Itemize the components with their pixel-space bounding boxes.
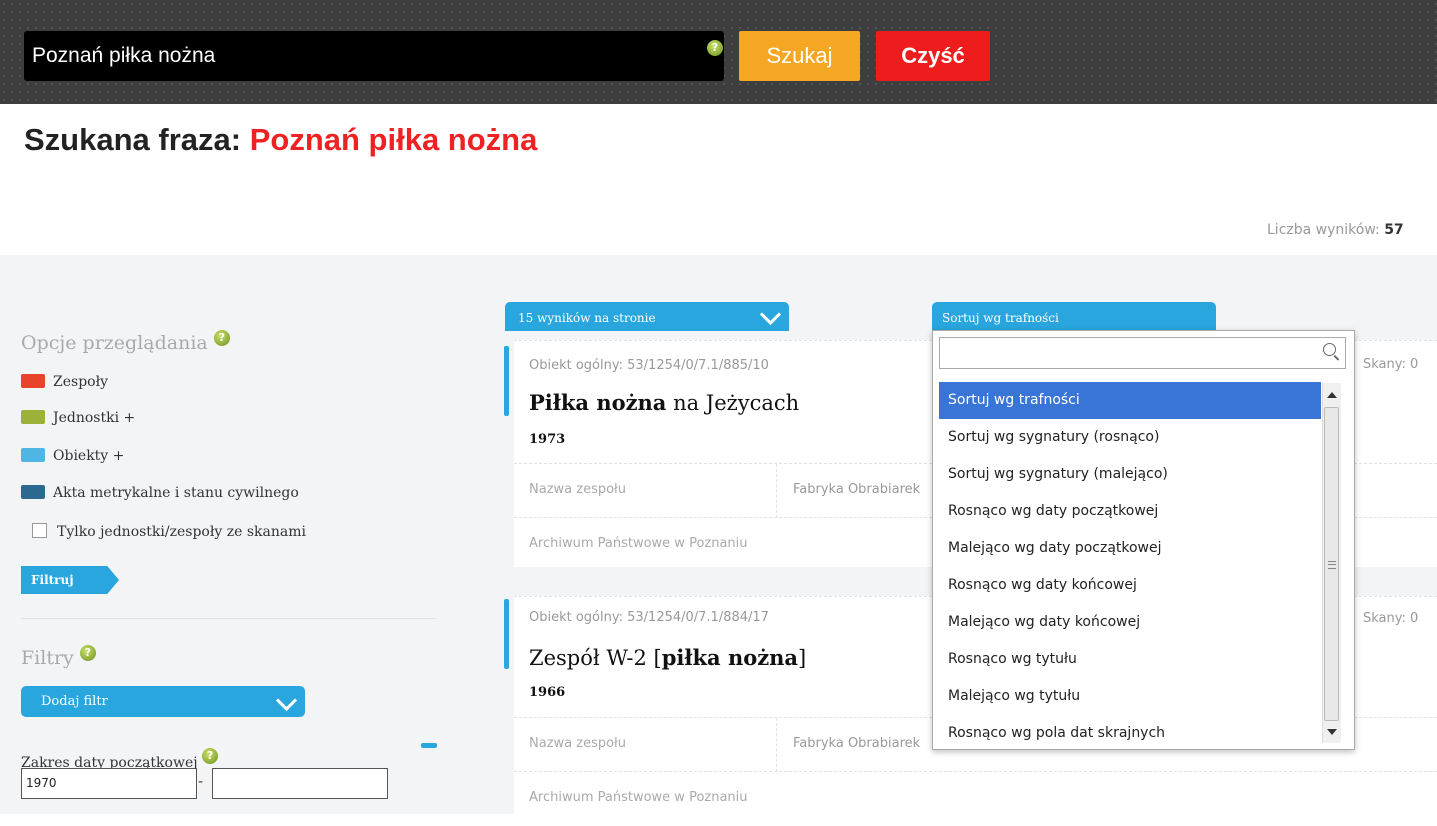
sort-option-title-asc[interactable]: Rosnąco wg tytułu (939, 641, 1321, 678)
result-accent (504, 599, 509, 669)
filters-title: Filtry ? (21, 645, 96, 669)
result-fond-value: Fabryka Obrabiarek (793, 482, 921, 497)
legend-zespoly-label: Zespoły (53, 374, 109, 390)
result-title[interactable]: Zespół W-2 [piłka nożna] (529, 645, 806, 670)
clear-button[interactable]: Czyść (876, 31, 990, 81)
result-title-suffix: ] (798, 646, 807, 670)
date-to-input[interactable] (212, 768, 388, 799)
result-title-match: Piłka nożna (529, 390, 667, 415)
results-count-label: Liczba wyników: (1267, 222, 1380, 238)
page-title-prefix: Szukana fraza: (24, 122, 242, 157)
result-title-match: piłka nożna (661, 645, 799, 670)
add-filter-dropdown[interactable]: Dodaj filtr (21, 686, 305, 717)
legend-akta[interactable]: Akta metrykalne i stanu cywilnego (21, 485, 299, 501)
scroll-up-icon[interactable] (1327, 392, 1337, 398)
sort-dropdown[interactable]: Sortuj wg trafności (932, 302, 1216, 331)
per-page-dropdown[interactable]: 15 wyników na stronie (505, 302, 789, 331)
result-fond-value: Fabryka Obrabiarek (793, 736, 921, 751)
sort-options-list: Sortuj wg trafności Sortuj wg sygnatury … (939, 382, 1321, 749)
result-title-prefix: Zespół W-2 [ (529, 646, 662, 670)
search-icon (1323, 343, 1336, 356)
search-query-text: Poznań piłka nożna (32, 44, 216, 67)
date-from-input[interactable]: 1970 (21, 768, 197, 799)
legend-jednostki[interactable]: Jednostki + (21, 410, 135, 426)
sort-option-start-date-asc[interactable]: Rosnąco wg daty początkowej (939, 493, 1321, 530)
result-scans: Skany: 0 (1363, 611, 1419, 626)
sort-option-relevance[interactable]: Sortuj wg trafności (939, 382, 1321, 419)
sort-option-end-date-desc[interactable]: Malejąco wg daty końcowej (939, 604, 1321, 641)
chevron-down-icon (759, 303, 782, 326)
result-title-rest: na Jeżycach (666, 391, 800, 415)
result-meta: Obiekt ogólny: 53/1254/0/7.1/885/10 (529, 358, 769, 373)
dropdown-scrollbar[interactable] (1322, 383, 1341, 743)
browse-options-label: Opcje przeglądania (21, 332, 208, 354)
scans-only-option[interactable]: Tylko jednostki/zespoły ze skanami (32, 523, 306, 540)
row-divider (776, 464, 778, 518)
sort-search-input[interactable] (939, 337, 1346, 369)
browse-help-icon[interactable]: ? (213, 330, 230, 346)
sort-option-date-range-asc[interactable]: Rosnąco wg pola dat skrajnych (939, 715, 1321, 749)
scans-only-checkbox[interactable] (32, 523, 47, 538)
result-archive-row: Archiwum Państwowe w Poznaniu (514, 771, 1437, 826)
sort-option-title-desc[interactable]: Malejąco wg tytułu (939, 678, 1321, 715)
results-count-value: 57 (1384, 222, 1404, 238)
sort-option-start-date-desc[interactable]: Malejąco wg daty początkowej (939, 530, 1321, 567)
chevron-down-icon (275, 689, 298, 712)
sort-label: Sortuj wg trafności (942, 311, 1059, 325)
legend-jednostki-label: Jednostki + (53, 410, 136, 426)
browse-options-title: Opcje przeglądania ? (21, 330, 230, 354)
result-meta: Obiekt ogólny: 53/1254/0/7.1/884/17 (529, 610, 769, 625)
legend-akta-label: Akta metrykalne i stanu cywilnego (53, 485, 299, 501)
result-archive: Archiwum Państwowe w Poznaniu (529, 536, 748, 551)
date-separator: - (198, 774, 204, 790)
collapse-filter-icon[interactable] (421, 743, 437, 748)
date-help-icon[interactable]: ? (202, 748, 219, 764)
result-fond-label: Nazwa zespołu (529, 736, 626, 751)
search-button[interactable]: Szukaj (739, 31, 860, 81)
results-count: Liczba wyników: 57 (1267, 222, 1404, 238)
result-fond-label: Nazwa zespołu (529, 482, 626, 497)
filters-label: Filtry (21, 647, 74, 669)
scrollbar-thumb[interactable] (1324, 407, 1339, 721)
jednostki-color-icon (21, 410, 45, 424)
sidebar-divider (21, 618, 436, 619)
filter-button[interactable]: Filtruj (21, 566, 119, 594)
scans-only-label: Tylko jednostki/zespoły ze skanami (57, 524, 306, 540)
grip-icon (1328, 561, 1336, 569)
zespoly-color-icon (21, 374, 45, 388)
search-help-icon[interactable]: ? (707, 40, 723, 56)
search-input[interactable]: Poznań piłka nożna ? (24, 31, 724, 81)
add-filter-label: Dodaj filtr (41, 694, 108, 709)
legend-obiekty-label: Obiekty + (53, 448, 125, 464)
scroll-down-icon[interactable] (1327, 729, 1337, 735)
sort-option-signature-desc[interactable]: Sortuj wg sygnatury (malejąco) (939, 456, 1321, 493)
legend-obiekty[interactable]: Obiekty + (21, 448, 124, 464)
result-scans: Skany: 0 (1363, 357, 1419, 372)
row-divider (776, 718, 778, 772)
page-title: Szukana fraza: Poznań piłka nożna (24, 122, 537, 158)
page-title-phrase: Poznań piłka nożna (249, 122, 538, 157)
result-year: 1966 (529, 685, 566, 700)
filters-help-icon[interactable]: ? (79, 645, 96, 661)
akta-color-icon (21, 485, 45, 499)
result-title[interactable]: Piłka nożna na Jeżycach (529, 390, 799, 415)
result-accent (504, 346, 509, 416)
sort-option-signature-asc[interactable]: Sortuj wg sygnatury (rosnąco) (939, 419, 1321, 456)
legend-zespoly[interactable]: Zespoły (21, 374, 108, 390)
result-archive: Archiwum Państwowe w Poznaniu (529, 790, 748, 805)
obiekty-color-icon (21, 448, 45, 462)
per-page-label: 15 wyników na stronie (518, 311, 656, 325)
result-year: 1973 (529, 432, 566, 447)
sort-options-dropdown: Sortuj wg trafności Sortuj wg sygnatury … (932, 330, 1355, 750)
sort-option-end-date-asc[interactable]: Rosnąco wg daty końcowej (939, 567, 1321, 604)
